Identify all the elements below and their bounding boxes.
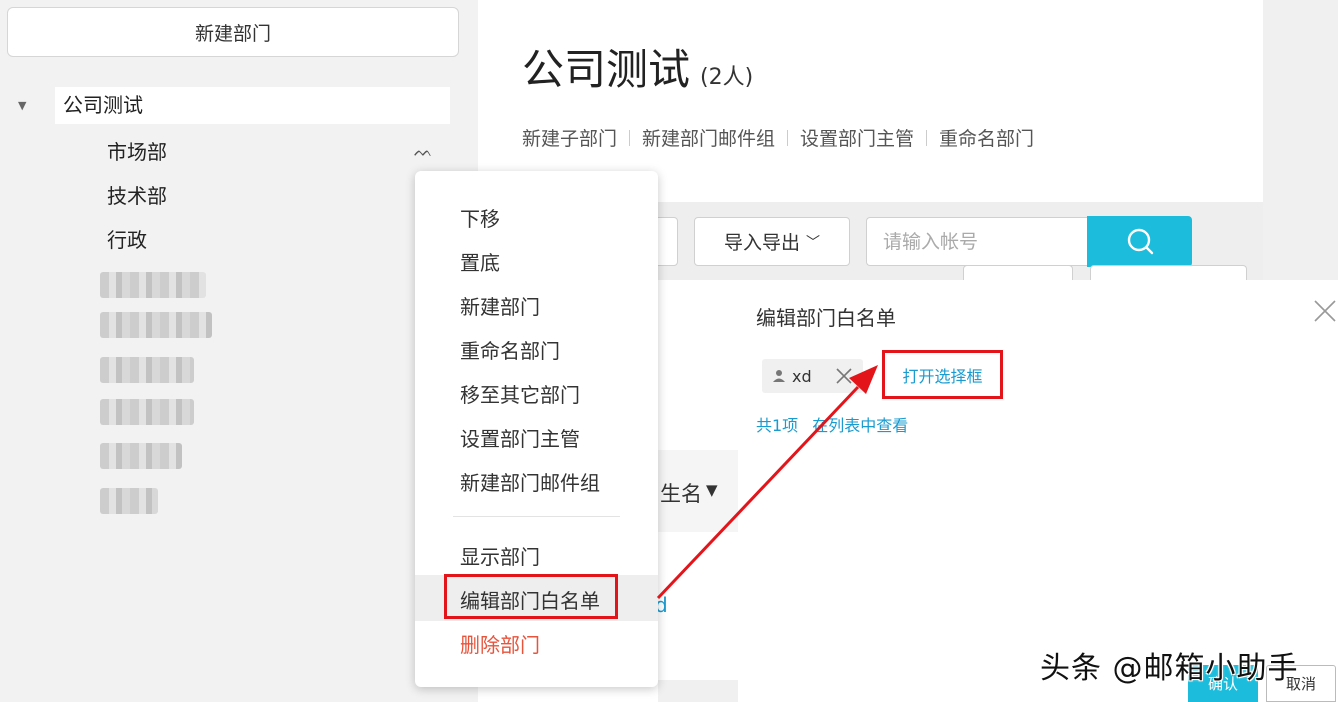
new-sub-department-link[interactable]: 新建子部门: [522, 124, 617, 151]
new-mail-group-link[interactable]: 新建部门邮件组: [642, 124, 775, 151]
blurred-tree-item[interactable]: [100, 488, 158, 514]
whitelist-tag: xd: [762, 359, 863, 393]
menu-item-delete-department[interactable]: 删除部门: [460, 629, 540, 658]
highlight-box: [444, 574, 618, 619]
blurred-tree-item[interactable]: [100, 272, 206, 298]
chevron-down-icon: ﹀: [806, 234, 820, 251]
tree-item-market[interactable]: 市场部: [107, 136, 167, 165]
department-actions: 新建子部门 新建部门邮件组 设置部门主管 重命名部门: [522, 124, 1034, 151]
blurred-tree-item[interactable]: [100, 443, 182, 469]
tree-root-label[interactable]: 公司测试: [55, 87, 450, 124]
total-count: 共1项: [756, 416, 799, 435]
department-name: 公司测试: [522, 45, 691, 94]
caret-down-icon[interactable]: ▼: [18, 99, 40, 112]
menu-item-new-department[interactable]: 新建部门: [460, 291, 540, 320]
sort-caret-icon[interactable]: ▼: [706, 481, 718, 499]
open-selector-label: 打开选择框: [902, 366, 983, 386]
open-selector-link[interactable]: 打开选择框: [882, 350, 1003, 399]
close-icon[interactable]: [1312, 298, 1338, 324]
account-search-input[interactable]: [866, 217, 1088, 266]
user-icon: [773, 370, 785, 382]
edit-whitelist-dialog: 编辑部门白名单 xd 打开选择框 共1项 在列表中查看 确认 取消: [738, 280, 1338, 702]
menu-divider: [453, 516, 620, 517]
import-export-dropdown[interactable]: 导入导出 ﹀: [694, 217, 850, 266]
table-row: [658, 680, 738, 702]
divider: [787, 129, 789, 146]
menu-item-set-manager[interactable]: 设置部门主管: [460, 423, 580, 452]
department-sidebar: 新建部门 ▼ 公司测试 市场部 ᨓ 技术部 行政: [0, 0, 478, 702]
tree-root-node[interactable]: ▼ 公司测试: [18, 87, 450, 124]
menu-item-move-to-bottom[interactable]: 置底: [460, 247, 500, 276]
view-in-list-link[interactable]: 在列表中查看: [812, 416, 908, 435]
divider: [926, 129, 928, 146]
blurred-tree-item[interactable]: [100, 357, 194, 383]
dialog-title: 编辑部门白名单: [756, 306, 896, 330]
menu-item-show-department[interactable]: 显示部门: [460, 541, 540, 570]
new-department-button[interactable]: 新建部门: [7, 7, 459, 57]
tree-item-admin[interactable]: 行政: [107, 224, 147, 253]
import-export-label: 导入导出: [723, 232, 800, 254]
blurred-tree-item[interactable]: [100, 399, 194, 425]
rename-department-link[interactable]: 重命名部门: [939, 124, 1034, 151]
search-button[interactable]: [1087, 216, 1192, 267]
menu-item-rename[interactable]: 重命名部门: [460, 335, 560, 364]
menu-item-move-down[interactable]: 下移: [460, 203, 500, 232]
dialog-meta: 共1项 在列表中查看: [756, 412, 908, 436]
tag-remove-icon[interactable]: [834, 366, 854, 386]
search-icon: [1127, 228, 1153, 254]
blurred-tree-item[interactable]: [100, 312, 212, 338]
page-title: 公司测试 (2人): [522, 36, 753, 97]
menu-item-move-to-other[interactable]: 移至其它部门: [460, 379, 580, 408]
set-manager-link[interactable]: 设置部门主管: [800, 124, 914, 151]
more-options-icon[interactable]: ᨓ: [414, 141, 433, 161]
divider: [629, 129, 631, 146]
column-header-name[interactable]: 生名: [660, 478, 702, 508]
watermark: 头条 @邮箱小助手: [1040, 651, 1299, 686]
menu-item-new-mail-group[interactable]: 新建部门邮件组: [460, 467, 600, 496]
tag-label: xd: [792, 366, 812, 386]
member-count: (2人): [700, 65, 754, 90]
tree-item-tech[interactable]: 技术部: [107, 180, 167, 209]
department-context-menu: 下移 置底 新建部门 重命名部门 移至其它部门 设置部门主管 新建部门邮件组 显…: [415, 171, 658, 687]
